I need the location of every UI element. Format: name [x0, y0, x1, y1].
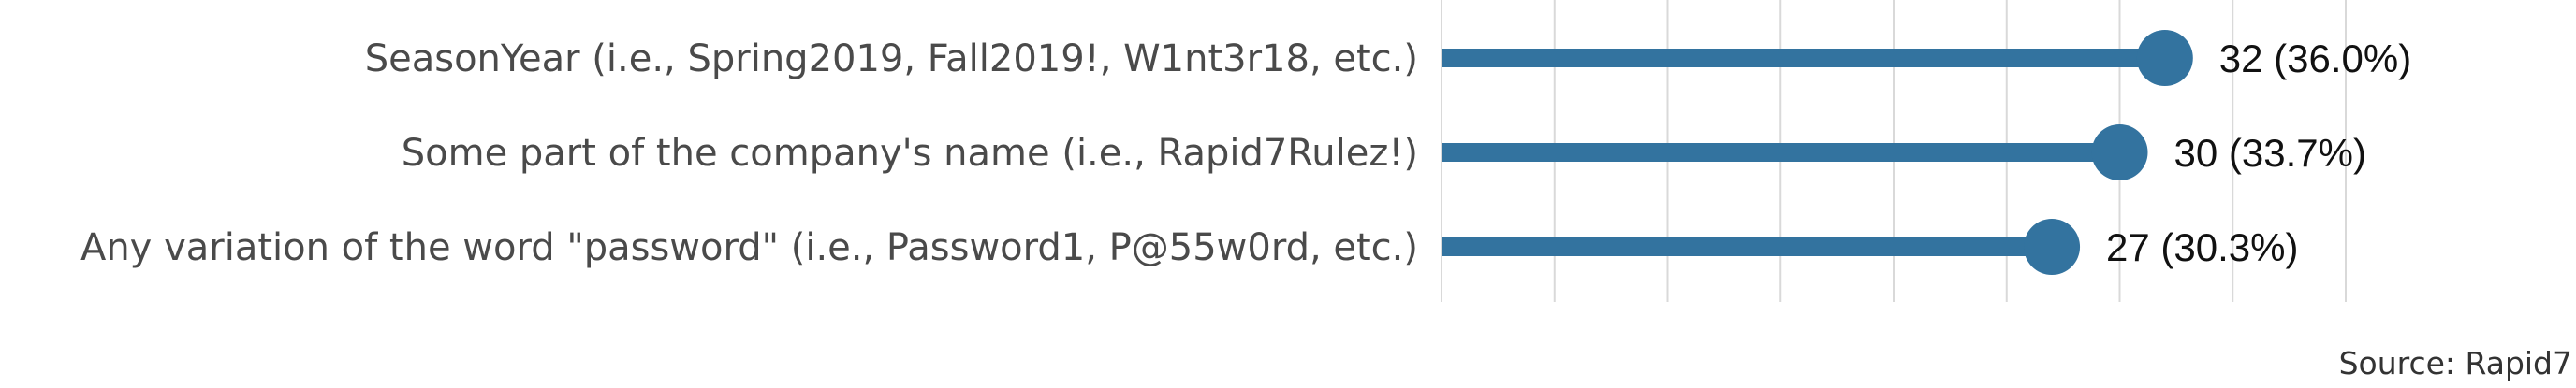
data-label: 32 (36.0%) — [2219, 36, 2411, 80]
category-labels: SeasonYear (i.e., Spring2019, Fall2019!,… — [80, 37, 1418, 269]
lollipop-stem — [1442, 237, 2053, 256]
lollipop-dot — [2136, 30, 2193, 86]
category-label: Any variation of the word "password" (i.… — [80, 226, 1418, 269]
category-label: SeasonYear (i.e., Spring2019, Fall2019!,… — [365, 37, 1418, 80]
lollipop-chart: SeasonYear (i.e., Spring2019, Fall2019!,… — [80, 0, 2572, 381]
source-note: Source: Rapid7 — [2339, 345, 2572, 381]
lollipop-dot — [2024, 219, 2081, 275]
lollipop-dot — [2091, 124, 2148, 180]
lollipop-stem — [1442, 143, 2120, 162]
lollipop-stem — [1442, 49, 2165, 67]
data-label: 27 (30.3%) — [2106, 225, 2298, 269]
data-label: 30 (33.7%) — [2174, 131, 2366, 175]
lollipop-bars — [1442, 30, 2193, 275]
category-label: Some part of the company's name (i.e., R… — [402, 132, 1418, 175]
